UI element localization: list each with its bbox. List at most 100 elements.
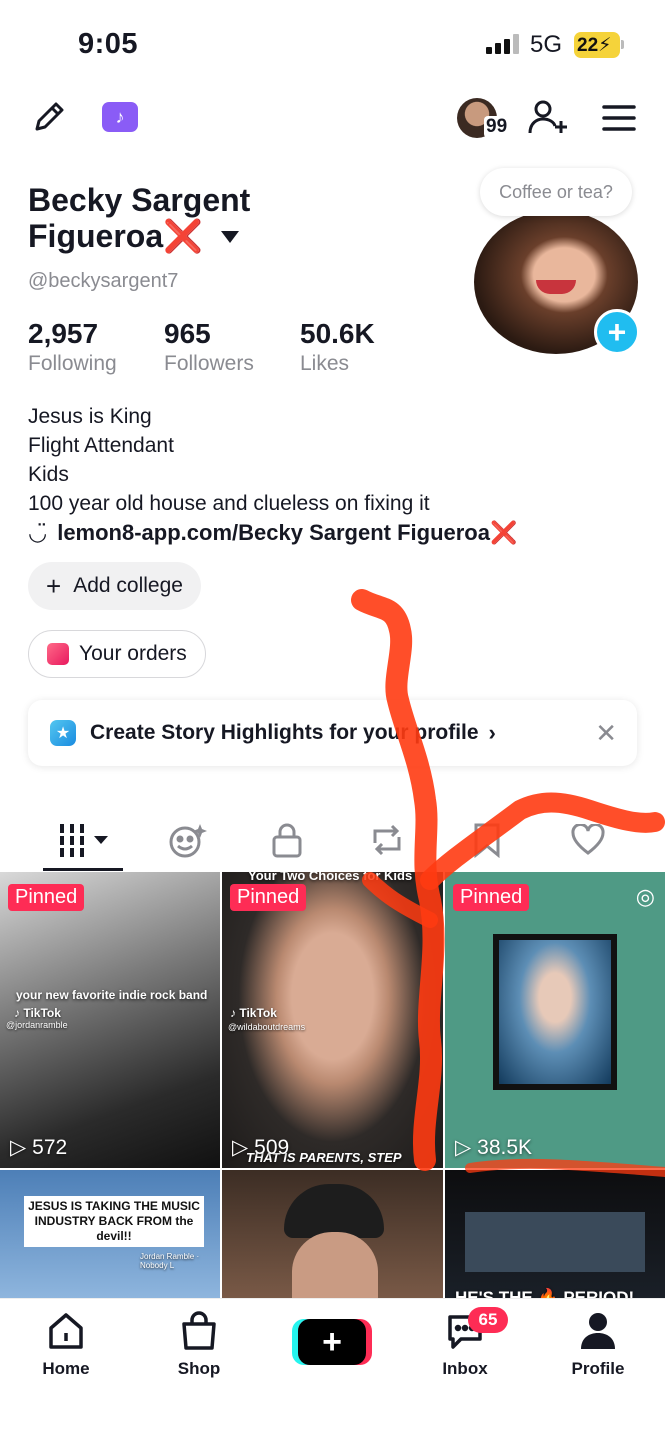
video-tile[interactable]: Your Two Choices for Kids Pinned ♪ TikTo… — [222, 872, 443, 1168]
nav-inbox-label: Inbox — [442, 1359, 488, 1378]
nav-home[interactable]: Home — [21, 1311, 111, 1379]
nav-shop-label: Shop — [177, 1359, 221, 1378]
watermark-user: @jordanramble — [6, 1020, 68, 1030]
profile-bio: Jesus is King Flight Attendant Kids 100 … — [28, 402, 430, 518]
video-caption: JESUS IS TAKING THE MUSIC INDUSTRY BACK … — [28, 1199, 200, 1243]
play-icon: ▷ — [455, 1136, 472, 1159]
avatar-smile — [536, 280, 576, 294]
tiktok-studio-icon[interactable]: ♪ — [102, 102, 138, 132]
framed-painting — [493, 934, 617, 1090]
bookmark-icon — [474, 823, 500, 858]
story-highlights-card[interactable]: ★ Create Story Highlights for your profi… — [28, 700, 637, 766]
stat-followers-value: 965 — [164, 318, 211, 349]
plus-icon: + — [298, 1319, 366, 1365]
tab-reposts[interactable] — [357, 812, 417, 868]
stat-followers-label: Followers — [164, 352, 254, 375]
avatar-note-bubble[interactable]: Coffee or tea? — [480, 168, 632, 216]
stat-following-value: 2,957 — [28, 318, 99, 349]
view-count-value: 572 — [32, 1135, 68, 1159]
watermark-user: Jordan Ramble · Nobody L — [140, 1252, 200, 1270]
tab-videos[interactable] — [53, 812, 113, 868]
account-dropdown-icon[interactable] — [220, 230, 240, 244]
profile-handle: @beckysargent7 — [28, 270, 179, 292]
video-caption-top: Your Two Choices for Kids — [248, 872, 413, 883]
building-shape — [465, 1212, 645, 1272]
stat-likes-label: Likes — [300, 352, 350, 375]
view-count-value: 509 — [254, 1135, 290, 1159]
bio-line: Jesus is King — [28, 405, 152, 428]
video-tile[interactable]: Pinned your new favorite indie rock band… — [0, 872, 220, 1168]
battery-icon: 22⚡ — [574, 32, 620, 58]
name-emoji: ❌ — [163, 218, 203, 254]
view-count: ▷ 38.5K — [455, 1135, 532, 1160]
video-tile[interactable]: HE'S THE 🔥 PERIOD! — [445, 1170, 665, 1300]
watermark-user: @wildaboutdreams — [228, 1022, 306, 1032]
edit-profile-button[interactable] — [28, 96, 70, 138]
your-orders-button[interactable]: Your orders — [28, 630, 206, 678]
tiktok-watermark: ♪ TikTok — [230, 1006, 277, 1020]
stat-followers[interactable]: 965 Followers — [164, 318, 254, 376]
video-tile[interactable] — [222, 1170, 443, 1300]
add-story-button[interactable]: + — [594, 309, 640, 355]
profile-name-line1: Becky Sargent — [28, 182, 251, 218]
active-tab-indicator — [43, 868, 123, 871]
tab-private[interactable] — [257, 812, 317, 868]
inbox-badge: 65 — [468, 1307, 508, 1333]
person-icon — [581, 1313, 615, 1349]
nav-shop[interactable]: Shop — [154, 1311, 244, 1379]
view-count: ▷ 509 — [232, 1135, 289, 1160]
lemon8-icon: ◡̈ — [28, 520, 48, 545]
tab-liked[interactable] — [558, 812, 618, 868]
add-college-button[interactable]: + Add college — [28, 562, 201, 610]
painting-image — [499, 940, 611, 1084]
shopping-bag-icon — [182, 1311, 216, 1350]
link-emoji: ❌ — [489, 520, 518, 545]
video-grid: Pinned your new favorite indie rock band… — [0, 872, 665, 1300]
stat-following-label: Following — [28, 352, 117, 375]
grid-icon — [60, 824, 108, 857]
face-sparkle-icon — [169, 824, 207, 858]
lock-icon — [272, 823, 302, 858]
status-bar: 9:05 5G 22⚡ — [0, 0, 665, 90]
video-tile[interactable]: Pinned ◎ ▷ 38.5K — [445, 872, 665, 1168]
add-friend-button[interactable] — [526, 98, 568, 138]
star-icon: ★ — [50, 720, 76, 746]
face-shape — [292, 1232, 378, 1300]
close-icon[interactable]: ✕ — [595, 718, 617, 749]
menu-button[interactable] — [600, 100, 638, 136]
home-icon — [49, 1313, 83, 1349]
view-count-value: 38.5K — [477, 1135, 533, 1159]
cap-shape — [284, 1184, 384, 1238]
hamburger-icon — [602, 105, 636, 131]
pinned-badge: Pinned — [230, 884, 307, 911]
stat-likes-value: 50.6K — [300, 318, 375, 349]
shopping-bag-icon — [47, 643, 69, 665]
status-time: 9:05 — [78, 28, 139, 60]
friends-count: 99 — [484, 116, 510, 138]
tab-reposts-face[interactable] — [157, 812, 217, 868]
create-button[interactable]: + — [292, 1319, 372, 1365]
network-type: 5G — [530, 31, 563, 58]
video-tile[interactable]: JESUS IS TAKING THE MUSIC INDUSTRY BACK … — [0, 1170, 220, 1300]
stat-likes[interactable]: 50.6K Likes — [300, 318, 375, 376]
highlights-prompt: Create Story Highlights for your profile — [90, 721, 479, 744]
battery-level: 22 — [577, 35, 599, 56]
heart-icon — [571, 824, 605, 855]
bio-line: 100 year old house and clueless on fixin… — [28, 492, 430, 515]
add-person-icon — [528, 100, 567, 134]
pinned-badge: Pinned — [453, 884, 530, 911]
bio-link[interactable]: ◡̈ lemon8-app.com/Becky Sargent Figueroa… — [28, 520, 517, 546]
tab-saved[interactable] — [457, 812, 517, 868]
signal-icon — [486, 34, 519, 54]
tiktok-note: ♪ — [115, 106, 125, 127]
pinned-badge: Pinned — [8, 884, 85, 911]
view-count: ▷ 572 — [10, 1135, 67, 1160]
profile-tabs — [0, 812, 665, 872]
top-nav: ♪ 99 — [0, 92, 665, 148]
add-college-label: Add college — [73, 574, 183, 597]
plus-icon: + — [46, 570, 62, 601]
bio-link-text: lemon8-app.com/Becky Sargent Figueroa — [57, 520, 490, 545]
video-caption-card: JESUS IS TAKING THE MUSIC INDUSTRY BACK … — [24, 1196, 204, 1247]
stat-following[interactable]: 2,957 Following — [28, 318, 117, 376]
nav-profile[interactable]: Profile — [553, 1311, 643, 1379]
